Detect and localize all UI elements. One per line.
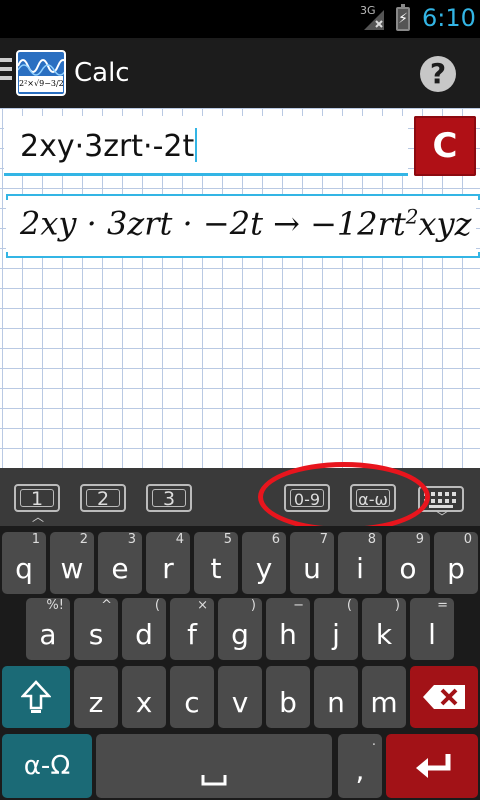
- greek-key[interactable]: α-Ω: [2, 734, 92, 798]
- key-n[interactable]: n: [314, 666, 358, 728]
- key-t[interactable]: 5t: [194, 532, 238, 594]
- space-icon: [201, 775, 227, 786]
- key-s[interactable]: ^ s: [74, 598, 118, 660]
- key-e[interactable]: 3e: [98, 532, 142, 594]
- action-bar: 2²×√9−3/2 Calc ?: [0, 38, 480, 108]
- enter-key[interactable]: [386, 734, 478, 798]
- app-title: Calc: [74, 58, 130, 88]
- result-box[interactable]: 2xy · 3zrt · −2t → −12rt2xyz: [6, 194, 480, 258]
- mode-strip: 1 2 3 0-9 α-ω ︿ ﹀: [0, 468, 480, 526]
- mode-key-numbers[interactable]: 0-9: [284, 484, 330, 512]
- shift-key[interactable]: [2, 666, 70, 728]
- result-expression: 2xy · 3zrt · −2t → −12rt2xyz: [20, 204, 471, 243]
- result-rhs: −12rt2xyz: [310, 204, 472, 243]
- app-logo[interactable]: 2²×√9−3/2: [16, 50, 66, 96]
- key-h[interactable]: − h: [266, 598, 310, 660]
- chevron-down-icon[interactable]: ﹀: [434, 511, 450, 523]
- key-l[interactable]: = l: [410, 598, 454, 660]
- delete-key[interactable]: [410, 666, 478, 728]
- key-u[interactable]: 7u: [290, 532, 334, 594]
- key-m[interactable]: m: [362, 666, 406, 728]
- key-g[interactable]: ) g: [218, 598, 262, 660]
- shift-arrow-icon: [21, 680, 51, 713]
- menu-icon[interactable]: [0, 58, 14, 88]
- result-exponent: 2: [405, 204, 419, 228]
- clear-button[interactable]: C: [414, 116, 476, 176]
- mode-key-2[interactable]: 2: [80, 484, 126, 512]
- expression-text: 2xy·3zrt·-2t: [20, 128, 198, 164]
- key-v[interactable]: v: [218, 666, 262, 728]
- key-o[interactable]: 9o: [386, 532, 430, 594]
- text-cursor: [195, 128, 198, 162]
- key-w[interactable]: 2w: [50, 532, 94, 594]
- key-j[interactable]: (j: [314, 598, 358, 660]
- key-x[interactable]: x: [122, 666, 166, 728]
- help-button[interactable]: ?: [420, 56, 456, 92]
- key-d[interactable]: (d: [122, 598, 166, 660]
- expression-input[interactable]: 2xy·3zrt·-2t: [4, 116, 408, 176]
- backspace-icon: [423, 685, 465, 709]
- signal-icon: [364, 10, 384, 30]
- status-bar: 3G ⚡ 6:10: [0, 0, 480, 38]
- comma-key[interactable]: .,: [338, 734, 382, 798]
- key-r[interactable]: 4r: [146, 532, 190, 594]
- result-left: 2xy · 3zrt · −2t: [20, 204, 263, 243]
- grid-work-area: 2xy·3zrt·-2t C 2xy · 3zrt · −2t → −12rt2…: [0, 108, 480, 468]
- space-key[interactable]: [96, 734, 332, 798]
- mode-key-1[interactable]: 1: [14, 484, 60, 512]
- key-q[interactable]: 1q: [2, 532, 46, 594]
- key-k[interactable]: ) k: [362, 598, 406, 660]
- result-arrow: →: [273, 204, 300, 243]
- key-i[interactable]: 8i: [338, 532, 382, 594]
- keyboard-icon[interactable]: [418, 486, 464, 512]
- key-c[interactable]: c: [170, 666, 214, 728]
- key-p[interactable]: 0p: [434, 532, 478, 594]
- chevron-up-icon[interactable]: ︿: [30, 511, 46, 523]
- key-a[interactable]: %! a: [26, 598, 70, 660]
- status-time: 6:10: [422, 4, 476, 32]
- app-root: 3G ⚡ 6:10 2²×√9−3/2 Calc ? 2xy·3zrt·-2t: [0, 0, 480, 800]
- mode-key-3[interactable]: 3: [146, 484, 192, 512]
- key-f[interactable]: × f: [170, 598, 214, 660]
- mode-key-greek[interactable]: α-ω: [350, 484, 396, 512]
- battery-icon: ⚡: [396, 4, 410, 31]
- charging-bolt-icon: ⚡: [398, 11, 408, 27]
- enter-icon: [416, 754, 451, 778]
- key-y[interactable]: 6y: [242, 532, 286, 594]
- key-b[interactable]: b: [266, 666, 310, 728]
- key-z[interactable]: z: [74, 666, 118, 728]
- soft-keyboard: 1q 2w 3e 4r 5t 6y 7u 8i 9o 0p %! a ^ s (d …: [0, 526, 480, 800]
- logo-formula: 2²×√9−3/2: [19, 76, 64, 92]
